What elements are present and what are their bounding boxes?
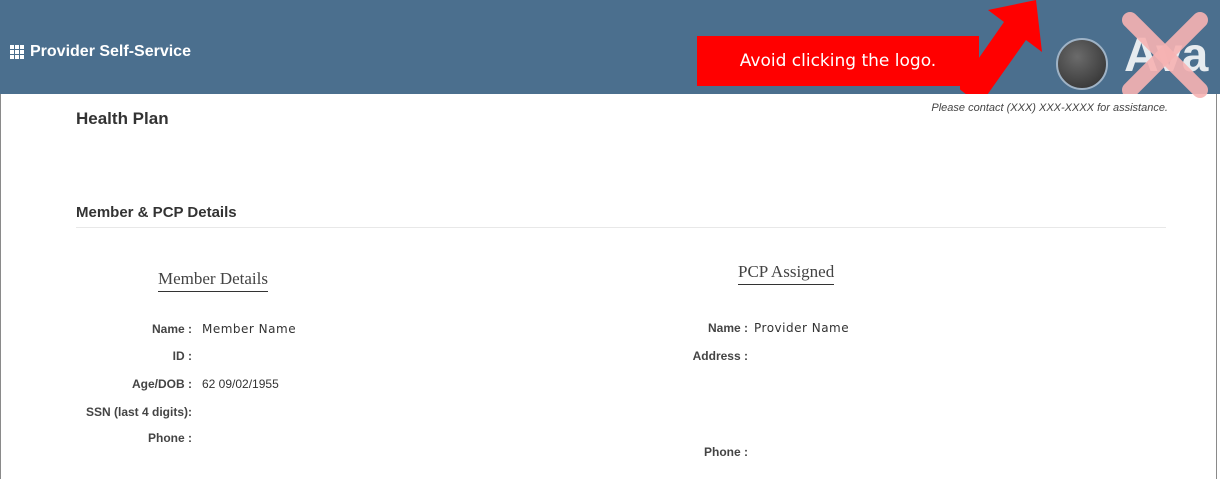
- member-id-label: ID :: [172, 349, 192, 363]
- page-title: Health Plan: [76, 109, 169, 128]
- pcp-name-value: Provider Name: [754, 321, 850, 335]
- member-details-heading: Member Details: [158, 269, 268, 292]
- avatar[interactable]: [1056, 38, 1108, 90]
- assistance-text: Please contact (XXX) XXX-XXXX for assist…: [931, 102, 1168, 114]
- section-title: Member & PCP Details: [76, 204, 237, 221]
- app-brand[interactable]: Provider Self-Service: [10, 43, 191, 61]
- member-phone-label: Phone :: [148, 431, 192, 445]
- warning-banner: Avoid clicking the logo.: [697, 36, 979, 86]
- top-navigation-bar: Provider Self-Service Avoid clicking the…: [0, 0, 1220, 105]
- member-age-dob-label: Age/DOB :: [132, 377, 192, 391]
- member-ssn-label: SSN (last 4 digits):: [85, 405, 192, 419]
- pcp-address-label: Address :: [692, 349, 748, 363]
- member-name-value: Member Name: [202, 322, 297, 336]
- pcp-name-label: Name :: [707, 321, 748, 335]
- pcp-phone-label: Phone :: [704, 445, 748, 459]
- member-name-label: Name :: [151, 322, 192, 336]
- grid-icon: [10, 45, 24, 59]
- member-age-dob-value: 62 09/02/1955: [202, 377, 279, 391]
- section-divider: [76, 227, 1166, 228]
- member-details-panel: Please contact (XXX) XXX-XXXX for assist…: [62, 94, 1172, 480]
- pcp-assigned-heading: PCP Assigned: [738, 262, 835, 285]
- app-title: Provider Self-Service: [30, 43, 191, 60]
